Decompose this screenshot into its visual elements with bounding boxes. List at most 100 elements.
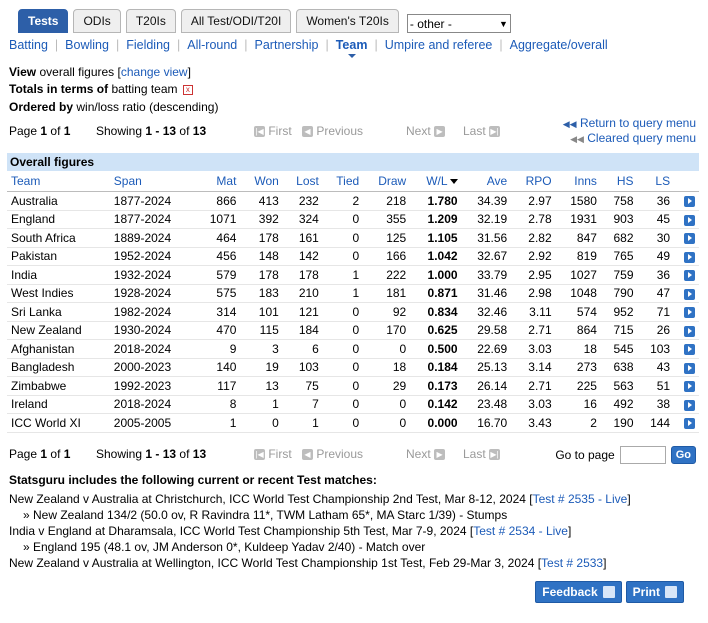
cell-draw: 29 — [363, 376, 411, 396]
play-arrow-icon[interactable] — [684, 233, 695, 245]
cell-inns: 819 — [555, 247, 601, 266]
col-header-span[interactable]: Span — [109, 171, 196, 192]
cell-wl: 1.780 — [410, 191, 462, 211]
last-button[interactable]: Last ▶| — [463, 124, 501, 138]
view-line: View overall figures [change view] — [9, 65, 191, 79]
cell-inns: 574 — [555, 302, 601, 322]
cell-span: 2018-2024 — [109, 395, 196, 414]
nav-umpire[interactable]: Umpire and referee — [385, 38, 493, 52]
cell-won: 392 — [240, 210, 283, 229]
cell-team: Pakistan — [7, 247, 110, 266]
play-arrow-icon[interactable] — [684, 399, 695, 411]
cell-ls: 26 — [637, 321, 675, 340]
nav-partnership[interactable]: Partnership — [255, 38, 319, 52]
nav-fielding[interactable]: Fielding — [126, 38, 170, 52]
nav-aggregate[interactable]: Aggregate/overall — [510, 38, 608, 52]
col-header-tied[interactable]: Tied — [322, 171, 364, 192]
cell-hs: 903 — [600, 210, 638, 229]
play-arrow-icon[interactable] — [684, 214, 695, 226]
tab-tests[interactable]: Tests — [18, 9, 69, 33]
cell-hs: 545 — [600, 339, 638, 359]
other-select[interactable]: - other - ▼ — [406, 14, 511, 33]
col-header-team[interactable]: Team — [7, 171, 110, 192]
tab-t20is[interactable]: T20Is — [125, 9, 176, 33]
cell-ls: 30 — [637, 228, 675, 248]
row-action — [674, 413, 699, 433]
cell-ave: 34.39 — [461, 191, 512, 211]
col-header-mat[interactable]: Mat — [195, 171, 241, 192]
nav-team[interactable]: Team — [336, 38, 367, 58]
col-header-ls[interactable]: LS — [637, 171, 675, 192]
cell-inns: 864 — [555, 321, 601, 340]
other-select-value: - other - — [409, 16, 452, 31]
cell-ave: 22.69 — [461, 339, 512, 359]
next-button[interactable]: Next ▶ — [406, 447, 446, 461]
return-query-link[interactable]: Return to query menu — [580, 116, 696, 130]
cell-rpo: 3.03 — [511, 395, 556, 414]
row-action — [674, 210, 699, 229]
play-arrow-icon[interactable] — [684, 362, 695, 374]
cell-ls: 71 — [637, 302, 675, 322]
nav-bowling[interactable]: Bowling — [65, 38, 109, 52]
row-action — [674, 339, 699, 359]
row-action — [674, 191, 699, 211]
goto-page-input[interactable] — [619, 446, 666, 464]
play-arrow-icon[interactable] — [684, 251, 695, 263]
change-view-link[interactable]: change view — [121, 65, 188, 79]
play-arrow-icon[interactable] — [684, 381, 695, 393]
tab-womens-t20is[interactable]: Women's T20Is — [296, 9, 399, 33]
cell-mat: 579 — [195, 265, 241, 285]
first-button[interactable]: |◀ First — [254, 124, 292, 138]
tab-all-formats[interactable]: All Test/ODI/T20I — [180, 9, 292, 33]
match-link[interactable]: Test # 2534 - Live — [473, 524, 568, 538]
cell-ls: 49 — [637, 247, 675, 266]
last-icon: ▶| — [489, 126, 501, 138]
play-arrow-icon[interactable] — [684, 344, 695, 356]
row-action — [674, 228, 699, 248]
match-link[interactable]: Test # 2533 — [541, 556, 603, 570]
remove-icon[interactable]: x — [182, 84, 193, 95]
next-button[interactable]: Next ▶ — [406, 124, 446, 138]
cell-span: 1877-2024 — [109, 210, 196, 229]
cell-mat: 456 — [195, 247, 241, 266]
cell-ls: 144 — [637, 413, 675, 433]
col-header-won[interactable]: Won — [240, 171, 283, 192]
col-header-hs[interactable]: HS — [600, 171, 638, 192]
play-arrow-icon[interactable] — [684, 288, 695, 300]
cell-lost: 103 — [282, 358, 323, 377]
col-header-ave[interactable]: Ave — [461, 171, 512, 192]
nav-batting[interactable]: Batting — [9, 38, 48, 52]
cell-ls: 45 — [637, 210, 675, 229]
cell-hs: 492 — [600, 395, 638, 414]
print-button[interactable]: Print — [625, 581, 684, 603]
col-header-lost[interactable]: Lost — [282, 171, 323, 192]
team-stats-table: Overall figures Team Span Mat Won Lost Tied Dr… — [7, 153, 699, 433]
cell-won: 413 — [240, 191, 283, 211]
play-arrow-icon[interactable] — [684, 325, 695, 337]
previous-button[interactable]: ◀ Previous — [302, 124, 363, 138]
col-header-rpo[interactable]: RPO — [511, 171, 556, 192]
cleared-query-link[interactable]: Cleared query menu — [587, 131, 696, 145]
col-header-inns[interactable]: Inns — [555, 171, 601, 192]
cell-mat: 470 — [195, 321, 241, 340]
feedback-button[interactable]: Feedback — [535, 581, 622, 603]
cell-inns: 1931 — [555, 210, 601, 229]
play-arrow-icon[interactable] — [684, 196, 695, 208]
tab-odis[interactable]: ODIs — [73, 9, 121, 33]
first-button[interactable]: |◀ First — [254, 447, 292, 461]
match-link[interactable]: Test # 2535 - Live — [533, 492, 628, 506]
cell-team: Australia — [7, 191, 110, 211]
cell-ave: 33.79 — [461, 265, 512, 285]
col-header-wl[interactable]: W/L — [410, 171, 462, 192]
nav-all-round[interactable]: All-round — [187, 38, 237, 52]
last-button[interactable]: Last ▶| — [463, 447, 501, 461]
col-header-draw[interactable]: Draw — [363, 171, 411, 192]
cell-wl: 0.625 — [410, 321, 462, 340]
play-arrow-icon[interactable] — [684, 270, 695, 282]
play-arrow-icon[interactable] — [684, 307, 695, 319]
previous-button[interactable]: ◀ Previous — [302, 447, 363, 461]
play-arrow-icon[interactable] — [684, 418, 695, 430]
cell-hs: 790 — [600, 284, 638, 303]
go-button[interactable]: Go — [670, 446, 696, 464]
cell-tied: 0 — [322, 376, 364, 396]
